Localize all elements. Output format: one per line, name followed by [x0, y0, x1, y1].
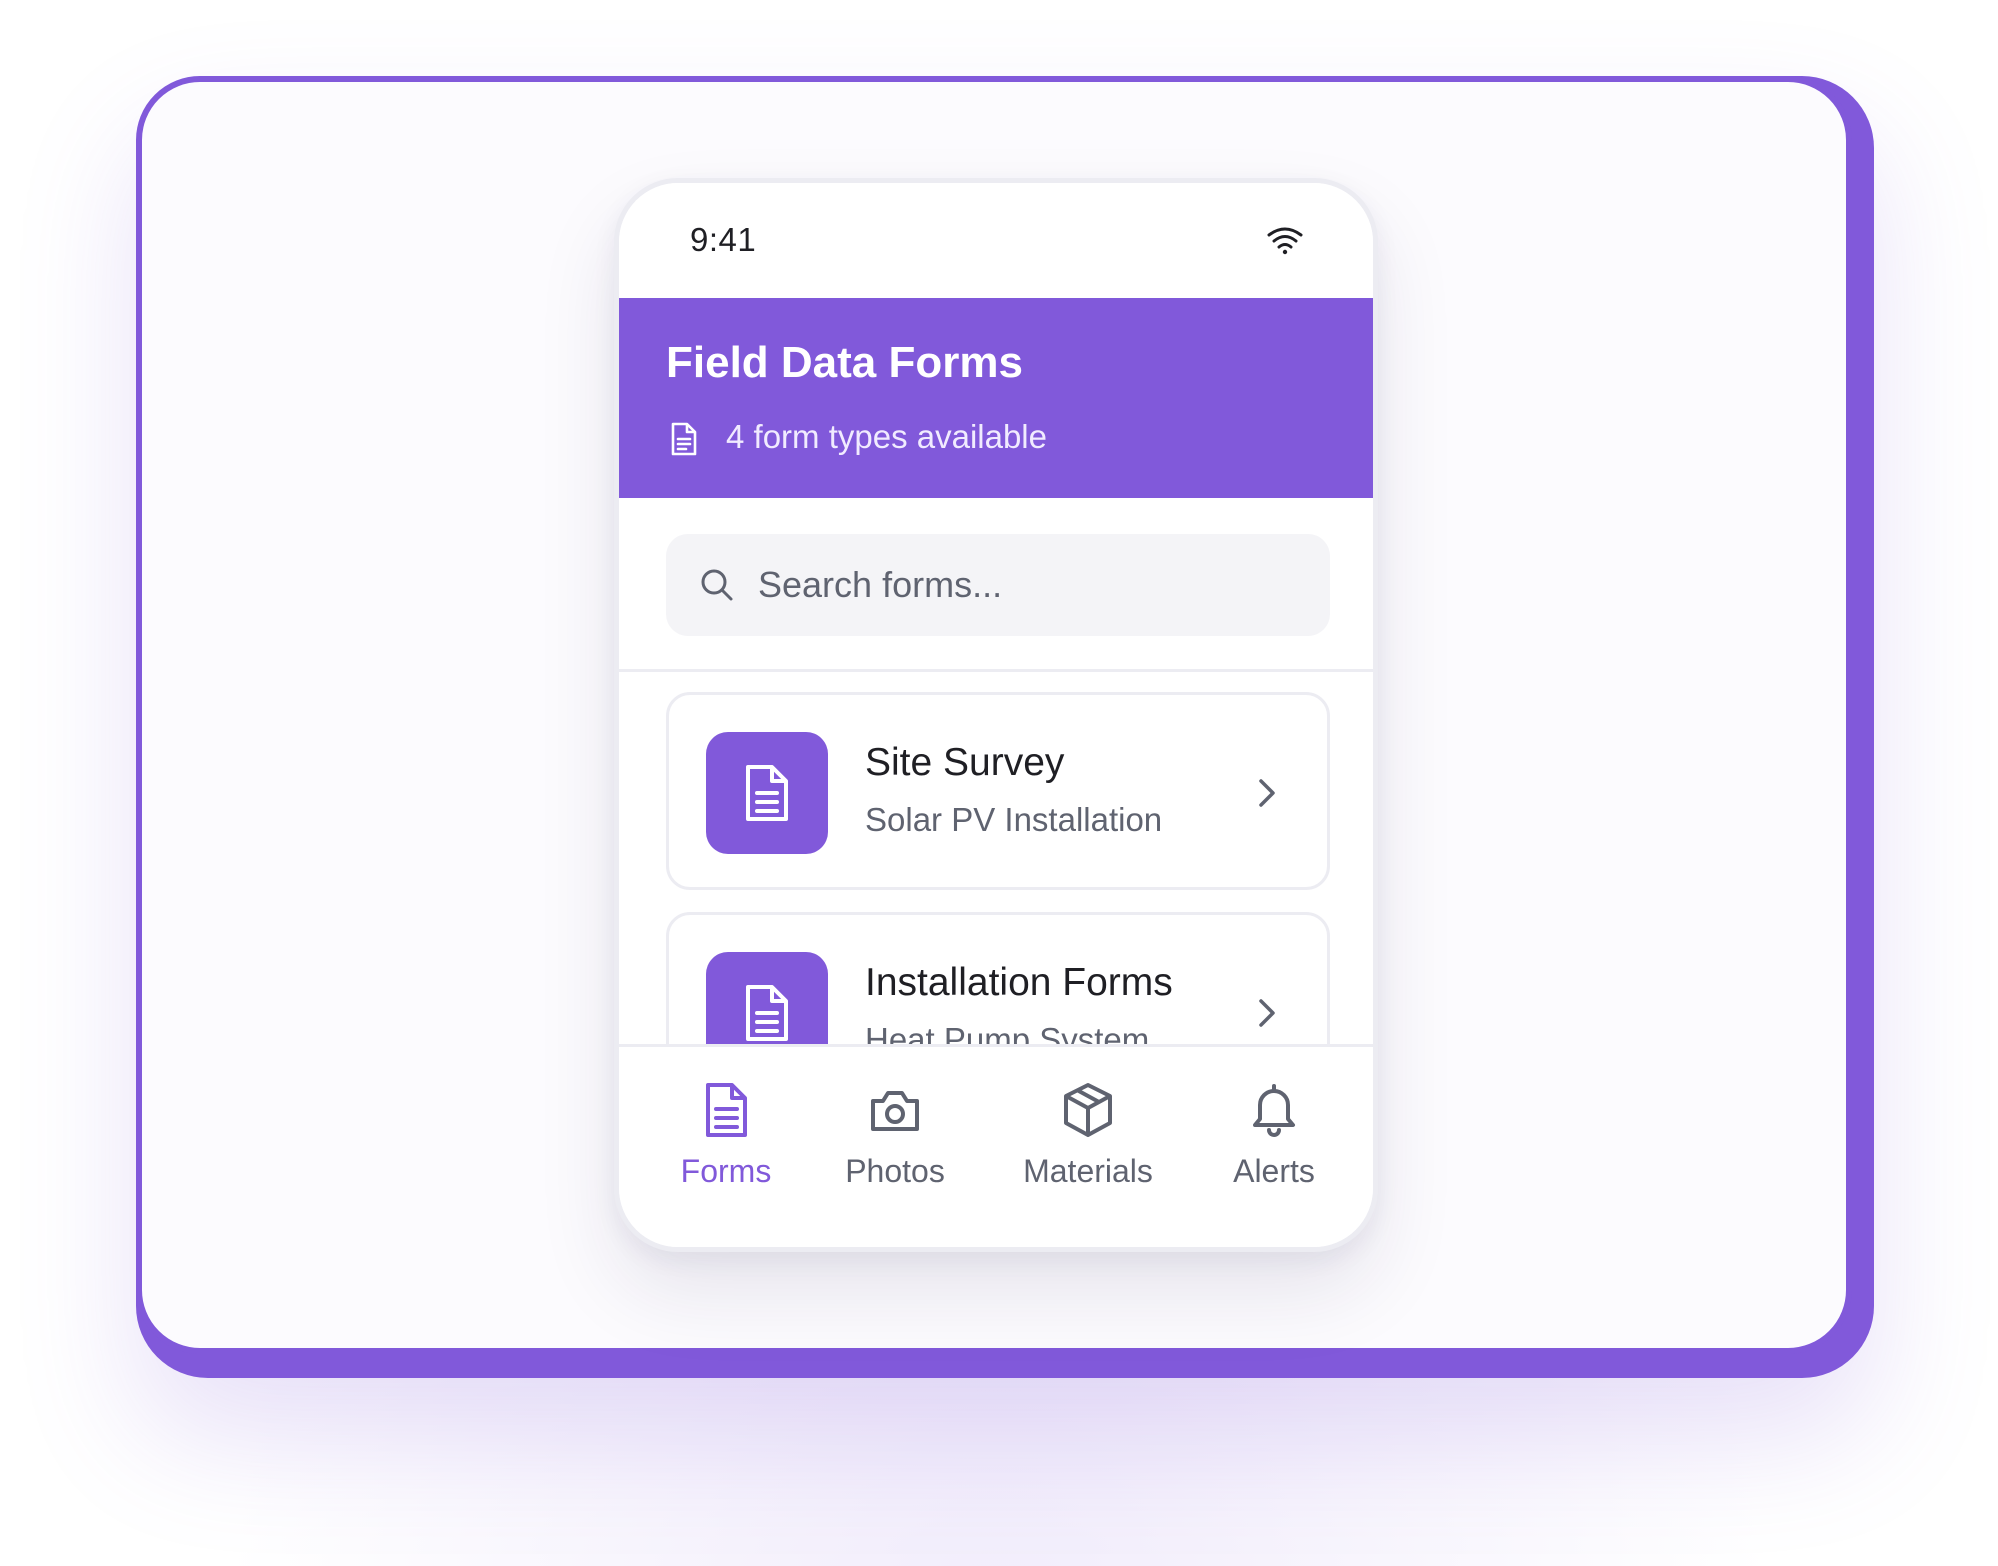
- form-icon-box: [706, 952, 828, 1044]
- form-subtitle: Heat Pump System: [865, 1021, 1150, 1044]
- status-bar: 9:41: [619, 183, 1373, 298]
- wifi-icon: [1267, 227, 1303, 255]
- camera-icon: [871, 1091, 919, 1131]
- chevron-right-icon: [1259, 779, 1275, 807]
- search-box[interactable]: [666, 534, 1330, 636]
- nav-item-forms[interactable]: Forms: [646, 1081, 806, 1211]
- phone-screen: 9:41 Field Data Forms 4 form types avail…: [614, 178, 1378, 1252]
- nav-label: Materials: [1023, 1153, 1153, 1189]
- document-icon: [746, 985, 788, 1041]
- nav-label: Forms: [680, 1153, 772, 1189]
- status-time: 9:41: [690, 221, 757, 258]
- form-card-installation-forms[interactable]: Installation Forms Heat Pump System: [666, 912, 1330, 1044]
- forms-list: Site Survey Solar PV Installation Instal…: [619, 672, 1373, 1044]
- package-icon: [1064, 1083, 1112, 1137]
- background: 9:41 Field Data Forms 4 form types avail…: [0, 0, 1998, 1566]
- form-title: Installation Forms: [865, 961, 1173, 1004]
- nav-item-materials[interactable]: Materials: [1008, 1081, 1168, 1211]
- form-subtitle: Solar PV Installation: [865, 801, 1163, 838]
- document-icon: [746, 765, 788, 821]
- form-icon-box: [706, 732, 828, 854]
- form-count-text: 4 form types available: [726, 418, 1047, 455]
- chevron-right-icon: [1259, 999, 1275, 1027]
- search-area: [619, 498, 1373, 672]
- app-header: Field Data Forms 4 form types available: [619, 298, 1373, 498]
- page-title: Field Data Forms: [666, 338, 1023, 387]
- nav-label: Photos: [845, 1153, 945, 1189]
- search-input[interactable]: [758, 534, 1298, 636]
- nav-item-alerts[interactable]: Alerts: [1194, 1081, 1354, 1211]
- search-icon: [701, 569, 733, 601]
- document-icon: [671, 422, 697, 456]
- nav-label: Alerts: [1233, 1153, 1315, 1189]
- document-icon: [706, 1083, 747, 1137]
- bell-icon: [1253, 1084, 1295, 1137]
- form-title: Site Survey: [865, 741, 1065, 784]
- form-card-site-survey[interactable]: Site Survey Solar PV Installation: [666, 692, 1330, 890]
- nav-item-photos[interactable]: Photos: [815, 1081, 975, 1211]
- bottom-nav: Forms Photos Materials Alerts: [619, 1044, 1373, 1247]
